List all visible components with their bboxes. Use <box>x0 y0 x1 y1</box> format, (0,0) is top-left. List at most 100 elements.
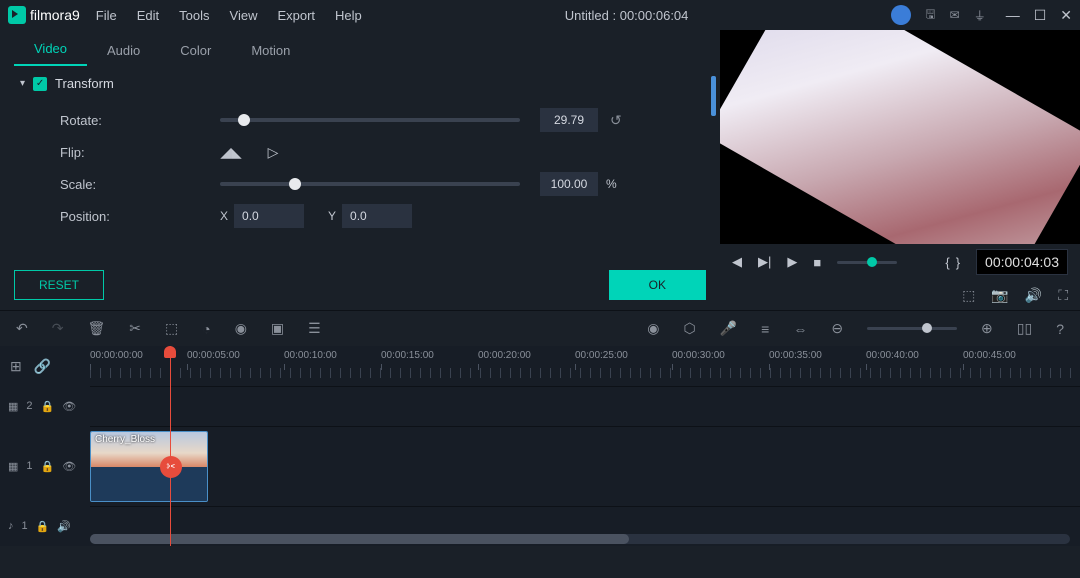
zoom-thumb[interactable] <box>922 323 932 333</box>
undo-icon[interactable]: ↶ <box>16 320 28 337</box>
crop-icon[interactable]: ⬚ <box>165 320 178 337</box>
account-avatar-icon[interactable] <box>891 5 911 25</box>
mail-icon[interactable]: ✉ <box>950 8 960 22</box>
close-button[interactable]: ✕ <box>1060 7 1072 24</box>
rotate-slider-thumb[interactable] <box>238 114 250 126</box>
green-screen-icon[interactable]: ▣ <box>271 320 284 337</box>
position-x-input[interactable] <box>234 204 304 228</box>
volume-thumb[interactable] <box>867 257 877 267</box>
speed-icon[interactable]: ◔ <box>202 321 210 337</box>
tab-motion[interactable]: Motion <box>231 35 310 66</box>
color-icon[interactable]: ◉ <box>235 320 247 337</box>
playhead[interactable] <box>170 346 171 546</box>
project-title: Untitled : 00:00:06:04 <box>362 8 892 23</box>
ruler-tick: 00:00:35:00 <box>769 350 822 361</box>
main-menu: File Edit Tools View Export Help <box>96 8 362 23</box>
stop-icon[interactable]: ■ <box>813 255 821 270</box>
ruler-tick: 00:00:00:00 <box>90 350 143 361</box>
zoom-in-icon[interactable]: ⊕ <box>981 320 993 337</box>
tab-video[interactable]: Video <box>14 33 87 66</box>
rotate-input[interactable] <box>540 108 598 132</box>
display-settings-icon[interactable]: ⬚ <box>962 287 975 304</box>
voiceover-icon[interactable]: 🎤 <box>720 320 737 337</box>
menu-export[interactable]: Export <box>277 8 315 23</box>
tab-color[interactable]: Color <box>160 35 231 66</box>
menu-view[interactable]: View <box>230 8 258 23</box>
delete-icon[interactable]: 🗑 <box>87 320 105 337</box>
zoom-out-icon[interactable]: ⊖ <box>831 320 843 337</box>
preview-canvas[interactable] <box>720 30 1080 244</box>
save-icon[interactable]: 🖫 <box>925 5 935 26</box>
split-icon[interactable]: ✂ <box>129 320 141 337</box>
flip-label: Flip: <box>60 145 220 160</box>
timeline-view-icon[interactable]: ▯▯ <box>1017 320 1032 337</box>
track-v1-label: ▦1 🔒 👁 <box>0 426 90 506</box>
volume-slider[interactable] <box>837 261 897 264</box>
position-y-label: Y <box>328 209 336 223</box>
next-frame-icon[interactable]: ▶| <box>758 254 771 270</box>
track-a1-lane[interactable] <box>90 506 1080 546</box>
mixer-icon[interactable]: ≡ <box>761 321 769 337</box>
reset-rotate-icon[interactable]: ↺ <box>610 112 622 129</box>
track-a1-label: ♪1 🔒 🔊 <box>0 506 90 546</box>
timeline-ruler[interactable]: 00:00:00:00 00:00:05:00 00:00:10:00 00:00:1… <box>90 346 1080 386</box>
mute-icon[interactable]: 🔊 <box>57 520 71 533</box>
flip-vertical-icon[interactable]: ▷ <box>262 141 284 163</box>
ruler-tick: 00:00:05:00 <box>187 350 240 361</box>
manage-tracks-icon[interactable]: ⊞ <box>10 358 22 375</box>
prev-frame-icon[interactable]: ◀ <box>732 254 742 270</box>
app-logo: filmora9 <box>8 6 80 24</box>
scale-slider-thumb[interactable] <box>289 178 301 190</box>
ok-button[interactable]: OK <box>609 270 706 300</box>
mark-out-icon[interactable]: } <box>956 255 960 270</box>
menu-tools[interactable]: Tools <box>179 8 209 23</box>
reset-button[interactable]: RESET <box>14 270 104 300</box>
app-name: filmora9 <box>30 7 80 23</box>
position-y-input[interactable] <box>342 204 412 228</box>
link-icon[interactable]: 🔗 <box>34 358 51 375</box>
lock-icon[interactable]: 🔒 <box>36 520 50 533</box>
eye-icon[interactable]: 👁 <box>62 400 76 413</box>
scrollbar[interactable] <box>711 76 716 116</box>
rotate-slider[interactable] <box>220 118 520 122</box>
track-v1-lane[interactable]: Cherry_Bloss ✂ <box>90 426 1080 506</box>
marker-icon[interactable]: ⬡ <box>683 320 695 337</box>
help-icon[interactable]: ? <box>1056 321 1064 337</box>
eye-icon[interactable]: 👁 <box>62 460 76 473</box>
split-marker-icon[interactable]: ✂ <box>160 456 182 478</box>
adjust-icon[interactable]: ☰ <box>308 320 321 337</box>
tab-audio[interactable]: Audio <box>87 35 160 66</box>
mic-icon[interactable]: ⏚ <box>974 7 986 24</box>
audio-track-icon: ♪ <box>8 520 14 532</box>
scale-slider[interactable] <box>220 182 520 186</box>
property-tabs: Video Audio Color Motion <box>0 30 720 66</box>
mark-in-icon[interactable]: { <box>945 255 949 270</box>
chevron-down-icon[interactable]: ▾ <box>20 78 25 89</box>
clip-cherry-blossom[interactable]: Cherry_Bloss ✂ <box>90 431 208 502</box>
menu-file[interactable]: File <box>96 8 117 23</box>
menu-edit[interactable]: Edit <box>137 8 159 23</box>
fullscreen-icon[interactable]: ⛶ <box>1058 287 1068 304</box>
zoom-slider[interactable] <box>867 327 957 330</box>
maximize-button[interactable]: ☐ <box>1034 7 1047 24</box>
snapshot-icon[interactable]: 📷 <box>991 287 1008 304</box>
lock-icon[interactable]: 🔒 <box>41 460 55 473</box>
minimize-button[interactable]: — <box>1006 7 1020 24</box>
preview-clip[interactable] <box>720 30 1080 244</box>
render-icon[interactable]: ◉ <box>647 320 659 337</box>
play-icon[interactable]: ▶ <box>787 254 797 270</box>
ruler-tick: 00:00:40:00 <box>866 350 919 361</box>
track-v2-lane[interactable] <box>90 386 1080 426</box>
redo-icon[interactable]: ↷ <box>52 320 64 337</box>
ruler-tick: 00:00:15:00 <box>381 350 434 361</box>
ruler-tick: 00:00:30:00 <box>672 350 725 361</box>
menu-help[interactable]: Help <box>335 8 362 23</box>
transform-enabled-checkbox[interactable]: ✓ <box>33 77 47 91</box>
flip-horizontal-icon[interactable]: ◢◣ <box>220 141 242 163</box>
scale-input[interactable] <box>540 172 598 196</box>
lock-icon[interactable]: 🔒 <box>41 400 55 413</box>
audio-icon[interactable]: 🔊 <box>1025 287 1042 304</box>
fit-icon[interactable]: ⇔ <box>793 321 807 337</box>
ruler-tick: 00:00:10:00 <box>284 350 337 361</box>
timeline-scrollbar[interactable] <box>90 534 1070 544</box>
